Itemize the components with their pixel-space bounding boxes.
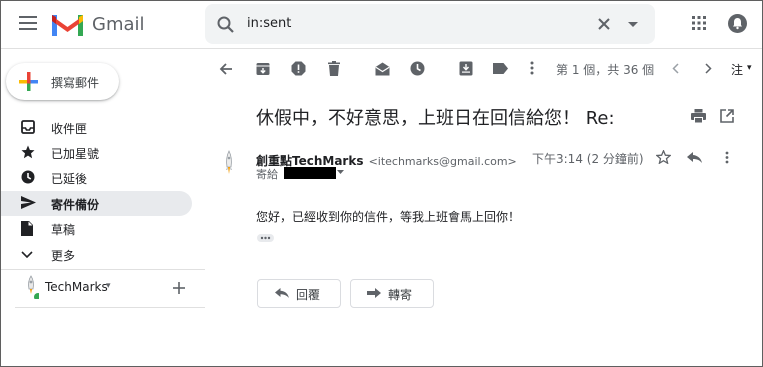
sidebar-item-sent[interactable]: 寄件備份 (1, 191, 192, 216)
mark-unread-icon[interactable] (375, 62, 390, 76)
move-to-inbox-icon[interactable] (459, 61, 473, 76)
newer-chevron-left-icon[interactable] (672, 63, 679, 74)
clock-icon (21, 170, 35, 184)
delete-icon[interactable] (328, 61, 340, 76)
sidebar-item-inbox[interactable]: 收件匣 (1, 115, 192, 140)
sidebar-divider (1, 269, 205, 270)
report-spam-icon[interactable] (291, 61, 306, 76)
sidebar-item-drafts[interactable]: 草稿 (1, 216, 192, 241)
input-tools-button[interactable]: 注 (731, 61, 743, 78)
message-time: 下午3:14 (2 分鐘前) (532, 152, 644, 166)
message-more-icon[interactable] (725, 151, 729, 164)
reply-button[interactable]: 回覆 (257, 279, 341, 308)
back-arrow-icon[interactable] (219, 62, 233, 76)
header-divider (1, 48, 762, 49)
star-icon (21, 145, 35, 159)
pager-count: 第 1 個，共 36 個 (556, 63, 655, 77)
account-avatar[interactable] (23, 275, 39, 299)
compose-plus-icon (19, 72, 38, 91)
account-name[interactable]: TechMarks (45, 280, 108, 294)
more-options-vertical-icon[interactable] (530, 61, 534, 75)
search-bar[interactable]: in:sent (205, 4, 655, 44)
star-outline-icon[interactable] (656, 150, 671, 164)
sidebar-item-starred[interactable]: 已加星號 (1, 140, 192, 165)
search-icon[interactable] (217, 16, 234, 33)
inbox-icon (21, 120, 35, 134)
app-name: Gmail (92, 14, 145, 35)
reply-icon (275, 288, 289, 298)
forward-icon (367, 288, 381, 298)
recipient-details-caret-icon[interactable] (337, 170, 344, 174)
message-subject: 休假中，不好意思，上班日在回信給您！ Re: (256, 108, 615, 129)
older-chevron-right-icon[interactable] (705, 63, 712, 74)
compose-button[interactable]: 撰寫郵件 (6, 63, 119, 100)
sidebar-bottom-divider (15, 307, 205, 308)
clear-search-icon[interactable] (598, 18, 610, 30)
main-menu-icon[interactable] (19, 16, 37, 30)
search-input[interactable]: in:sent (247, 16, 291, 31)
compose-label: 撰寫郵件 (51, 76, 100, 90)
print-icon[interactable] (691, 109, 706, 123)
forward-button[interactable]: 轉寄 (350, 279, 434, 308)
forward-button-label: 轉寄 (388, 288, 413, 302)
show-trimmed-content-button[interactable] (257, 234, 274, 242)
open-in-new-window-icon[interactable] (720, 109, 734, 123)
sender-avatar (222, 150, 236, 178)
recipient-label: 寄給 (256, 168, 278, 181)
sidebar-item-more[interactable]: 更多 (1, 242, 192, 267)
send-icon (21, 196, 36, 209)
gmail-window: Gmail in:sent 撰寫郵件 收件匣 已加星號 已延後 寄件備份 草稿 … (0, 0, 763, 367)
gmail-logo-icon[interactable] (52, 13, 83, 36)
snooze-clock-icon[interactable] (410, 61, 425, 76)
sidebar-item-label: 已延後 (51, 172, 88, 186)
draft-document-icon (21, 221, 33, 236)
notifications-bell-icon[interactable] (728, 14, 747, 33)
archive-icon[interactable] (256, 62, 270, 76)
redacted-recipient (284, 167, 336, 179)
sidebar-item-snoozed[interactable]: 已延後 (1, 165, 192, 190)
input-tools-caret-icon[interactable]: ▾ (747, 63, 752, 73)
search-options-icon[interactable] (628, 22, 638, 27)
sidebar-item-label: 寄件備份 (51, 198, 100, 212)
chevron-down-icon (21, 251, 33, 258)
account-caret-icon[interactable]: ▾ (106, 281, 111, 291)
reply-arrow-icon[interactable] (687, 152, 702, 163)
sidebar-item-label: 更多 (51, 249, 76, 263)
label-icon[interactable] (493, 63, 508, 74)
add-account-icon[interactable] (173, 282, 185, 294)
sidebar-item-label: 收件匣 (51, 122, 88, 136)
apps-grid-icon[interactable] (692, 16, 706, 30)
sender-email: <itechmarks@gmail.com> (368, 155, 517, 168)
sidebar-item-label: 草稿 (51, 223, 76, 237)
reply-button-label: 回覆 (296, 288, 321, 302)
sidebar-item-label: 已加星號 (51, 147, 100, 161)
message-body: 您好，已經收到你的信件，等我上班會馬上回你！ (256, 210, 521, 224)
